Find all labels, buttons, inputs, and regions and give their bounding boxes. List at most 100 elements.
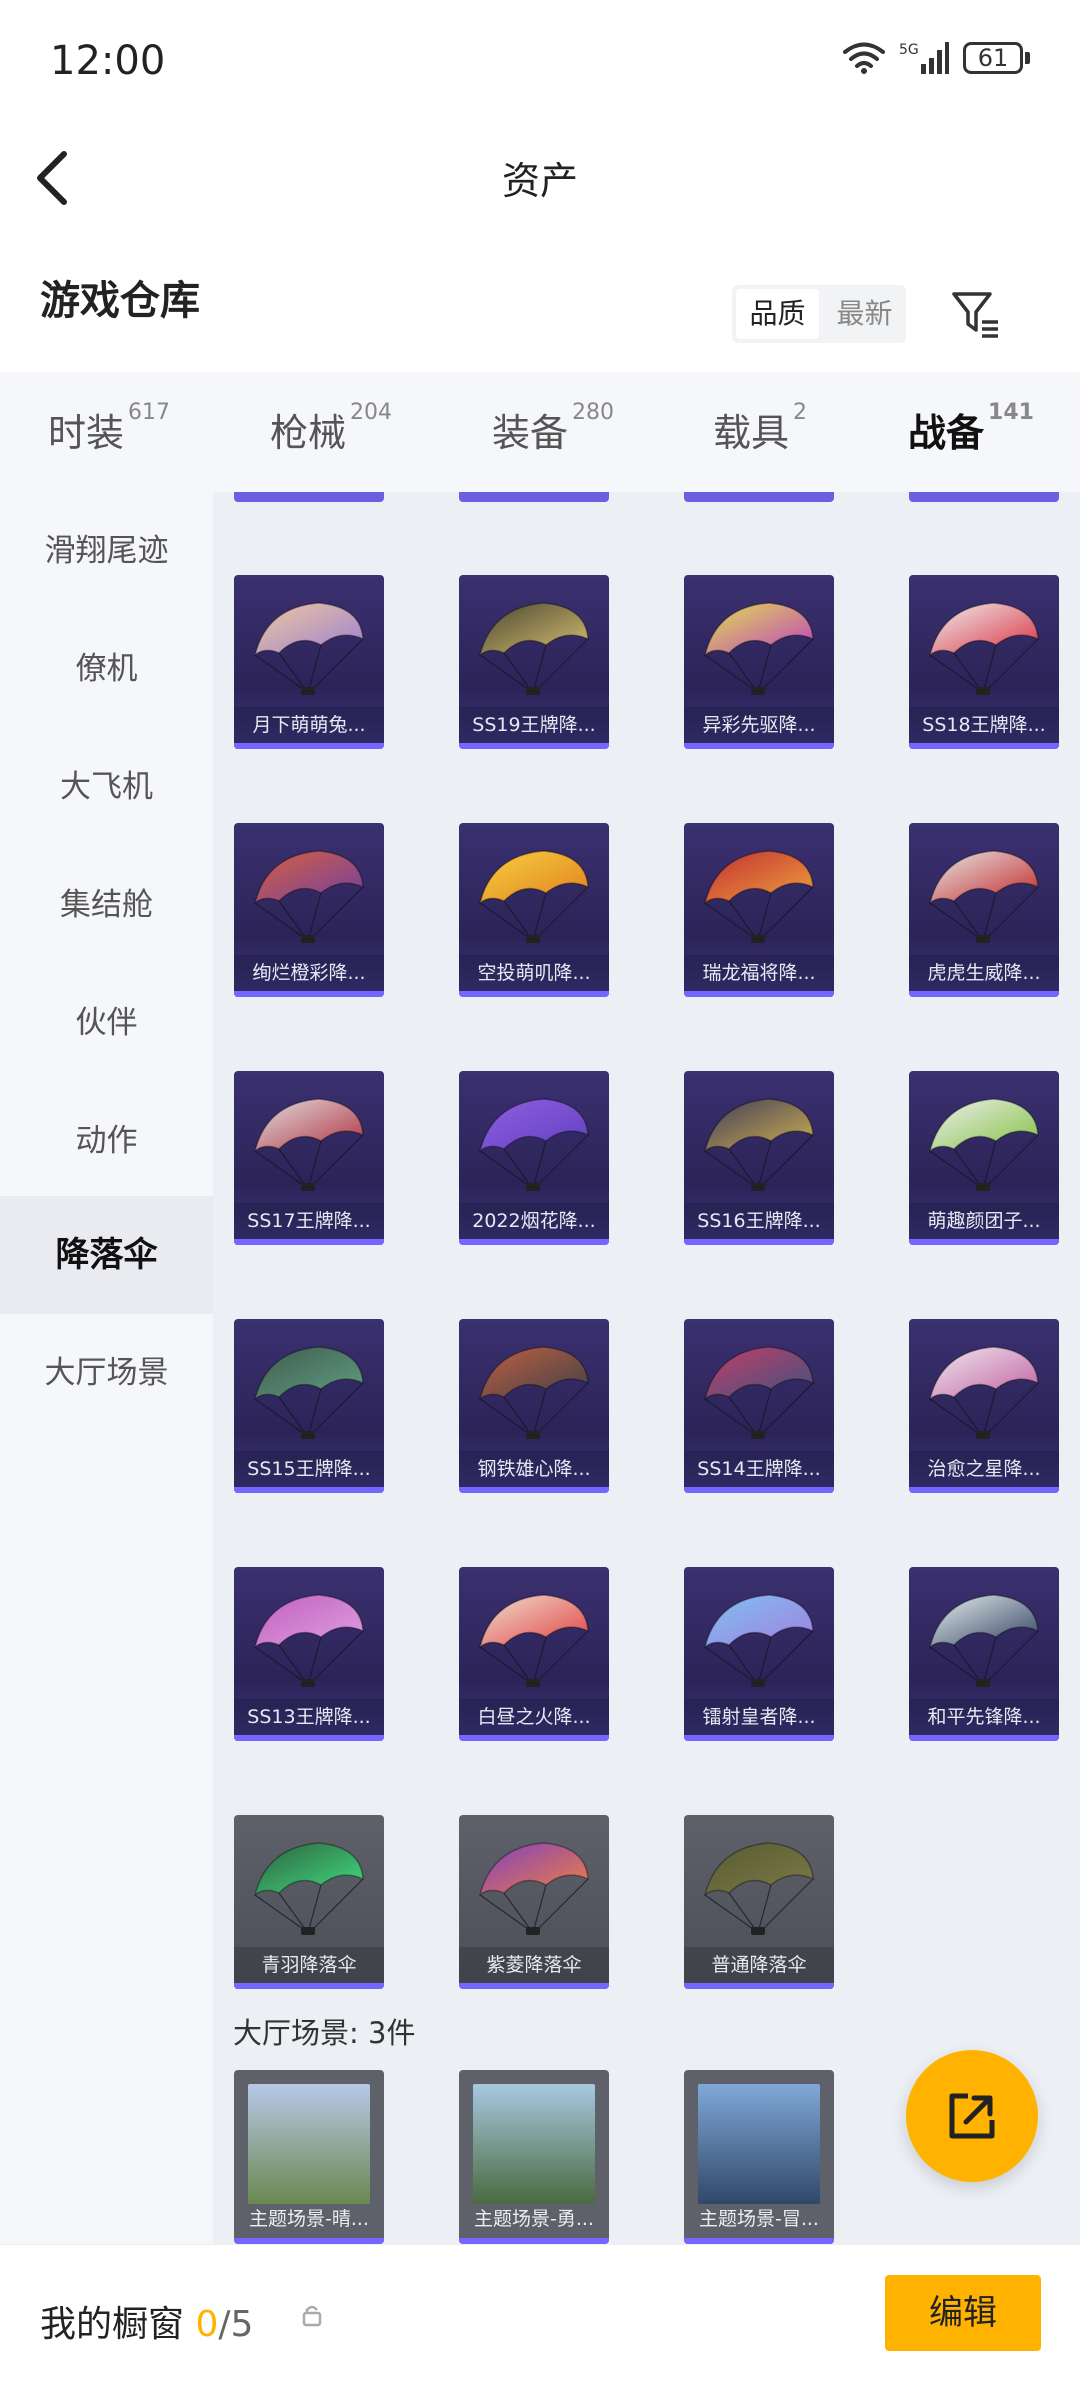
parachute-name: 普通降落伞 — [684, 1947, 834, 1983]
svg-text:5G: 5G — [899, 42, 919, 58]
sort-option-newest[interactable]: 最新 — [823, 289, 906, 339]
sidebar-item-wingman[interactable]: 僚机 — [0, 610, 213, 728]
tab-label: 枪械 — [270, 411, 347, 455]
parachute-icon — [703, 1842, 814, 1935]
parachute-card[interactable]: 青羽降落伞 — [234, 1815, 384, 1989]
parachute-icon — [928, 1098, 1039, 1191]
parachute-card[interactable]: 瑞龙福将降... — [684, 823, 834, 997]
parachute-card[interactable]: SS13王牌降... — [234, 1567, 384, 1741]
sidebar-item-big-plane[interactable]: 大飞机 — [0, 728, 213, 846]
parachute-card[interactable]: 治愈之星降... — [909, 1319, 1059, 1493]
parachute-card[interactable]: 绚烂橙彩降... — [234, 823, 384, 997]
parachute-card[interactable]: 和平先锋降... — [909, 1567, 1059, 1741]
parachute-card[interactable]: 白昼之火降... — [459, 1567, 609, 1741]
lobby-scene-card[interactable]: 主题场景-冒... — [684, 2070, 834, 2244]
sidebar-item-companion[interactable]: 伙伴 — [0, 964, 213, 1082]
parachute-name: 异彩先驱降... — [684, 707, 834, 743]
rarity-bar — [684, 1239, 834, 1245]
signal-5g-icon: 5G — [899, 42, 949, 74]
parachute-icon — [478, 1346, 589, 1439]
parachute-name: 白昼之火降... — [459, 1699, 609, 1735]
tab-equipment[interactable]: 装备 280 — [492, 400, 615, 457]
parachute-name: 治愈之星降... — [909, 1451, 1059, 1487]
parachute-card[interactable]: 2022烟花降... — [459, 1071, 609, 1245]
rarity-bar — [909, 1487, 1059, 1493]
bottom-bar: 我的橱窗 0/5 编辑 — [0, 2244, 1080, 2382]
lobby-scene-card[interactable]: 主题场景-晴... — [234, 2070, 384, 2244]
parachute-icon — [478, 602, 589, 695]
parachute-icon — [253, 850, 364, 943]
parachute-icon — [703, 1346, 814, 1439]
sidebar-item-glide-trail[interactable]: 滑翔尾迹 — [0, 492, 213, 610]
rarity-bar — [909, 743, 1059, 749]
parachute-name: SS13王牌降... — [234, 1699, 384, 1735]
parachute-name: 空投萌叽降... — [459, 955, 609, 991]
parachute-card[interactable]: SS18王牌降... — [909, 575, 1059, 749]
tab-label: 装备 — [492, 411, 569, 455]
parachute-name: 和平先锋降... — [909, 1699, 1059, 1735]
rarity-bar — [684, 1735, 834, 1741]
parachute-card[interactable]: 虎虎生威降... — [909, 823, 1059, 997]
scene-thumbnail — [473, 2084, 595, 2204]
tab-readiness[interactable]: 战备 141 — [908, 400, 1034, 500]
tab-vehicles[interactable]: 载具 2 — [713, 400, 807, 457]
rarity-bar — [684, 743, 834, 749]
card-stub — [684, 492, 834, 502]
parachute-name: SS14王牌降... — [684, 1451, 834, 1487]
parachute-icon — [253, 1842, 364, 1935]
parachute-name: 月下萌萌兔... — [234, 707, 384, 743]
parachute-card[interactable]: 月下萌萌兔... — [234, 575, 384, 749]
parachute-icon — [928, 602, 1039, 695]
showcase-title: 我的橱窗 — [40, 2304, 185, 2345]
card-stub — [459, 492, 609, 502]
category-tabs: 时装 617 枪械 204 装备 280 载具 2 战备 141 — [0, 372, 1080, 500]
parachute-card[interactable]: SS17王牌降... — [234, 1071, 384, 1245]
sort-toggle: 品质 最新 — [732, 285, 906, 343]
lobby-section-header: 大厅场景: 3件 — [233, 2016, 416, 2050]
sidebar-item-parachute[interactable]: 降落伞 — [0, 1196, 213, 1314]
rarity-bar — [909, 991, 1059, 997]
parachute-name: 青羽降落伞 — [234, 1947, 384, 1983]
sort-option-quality[interactable]: 品质 — [736, 289, 819, 339]
rarity-bar — [684, 991, 834, 997]
sidebar-item-pod[interactable]: 集结舱 — [0, 846, 213, 964]
parachute-card[interactable]: SS15王牌降... — [234, 1319, 384, 1493]
rarity-bar — [234, 1239, 384, 1245]
parachute-name: 虎虎生威降... — [909, 955, 1059, 991]
sidebar-item-emote[interactable]: 动作 — [0, 1082, 213, 1200]
sidebar-item-lobby-scene[interactable]: 大厅场景 — [0, 1314, 213, 1432]
edit-button[interactable]: 编辑 — [885, 2275, 1041, 2351]
parachute-icon — [253, 602, 364, 695]
parachute-card[interactable]: 镭射皇者降... — [684, 1567, 834, 1741]
rarity-bar — [684, 1983, 834, 1989]
tab-guns[interactable]: 枪械 204 — [270, 400, 393, 457]
rarity-bar — [909, 1735, 1059, 1741]
filter-icon[interactable] — [950, 288, 1002, 340]
parachute-card[interactable]: 普通降落伞 — [684, 1815, 834, 1989]
lobby-scene-card[interactable]: 主题场景-勇... — [459, 2070, 609, 2244]
parachute-card[interactable]: 异彩先驱降... — [684, 575, 834, 749]
battery-tip — [1025, 52, 1030, 64]
card-stub — [234, 492, 384, 502]
parachute-icon — [703, 1594, 814, 1687]
rarity-bar — [909, 1239, 1059, 1245]
tab-count: 280 — [572, 400, 615, 425]
parachute-card[interactable]: 萌趣颜团子... — [909, 1071, 1059, 1245]
share-button[interactable] — [906, 2050, 1038, 2182]
parachute-card[interactable]: SS16王牌降... — [684, 1071, 834, 1245]
wifi-icon — [843, 42, 885, 74]
parachute-card[interactable]: SS19王牌降... — [459, 575, 609, 749]
parachute-card[interactable]: 紫菱降落伞 — [459, 1815, 609, 1989]
rarity-bar — [459, 743, 609, 749]
tab-fashion[interactable]: 时装 617 — [48, 400, 170, 457]
card-stub — [909, 492, 1059, 502]
parachute-card[interactable]: SS14王牌降... — [684, 1319, 834, 1493]
item-grid: 月下萌萌兔... SS19王牌降... 异彩先驱降... SS18王牌降... 绚烂橙彩… — [213, 492, 1080, 2244]
parachute-icon — [703, 850, 814, 943]
parachute-card[interactable]: 空投萌叽降... — [459, 823, 609, 997]
rarity-bar — [234, 991, 384, 997]
parachute-card[interactable]: 钢铁雄心降... — [459, 1319, 609, 1493]
parachute-name: SS16王牌降... — [684, 1203, 834, 1239]
scene-name: 主题场景-勇... — [474, 2208, 594, 2230]
tab-count: 204 — [350, 400, 393, 425]
